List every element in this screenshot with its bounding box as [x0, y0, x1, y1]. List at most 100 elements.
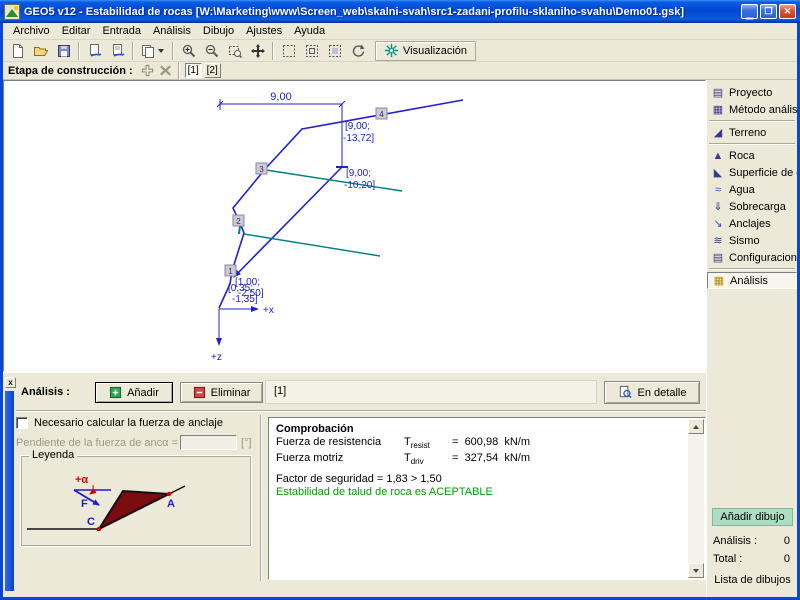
visualization-button[interactable]: Visualización [375, 41, 476, 61]
zoom-in-button[interactable] [177, 41, 200, 61]
analysis-tab-1[interactable]: [1] [274, 385, 286, 397]
coord-label: [9,00; [345, 121, 370, 132]
new-file-button[interactable] [6, 41, 29, 61]
point-marker-4[interactable]: 4 [376, 108, 387, 119]
sidebar-item-superficie[interactable]: ◣Superficie de desli [707, 164, 797, 181]
sidebar-item-anclajes[interactable]: ↘Anclajes [707, 215, 797, 232]
app-icon [4, 4, 20, 20]
copy-dropdown-button[interactable] [137, 41, 169, 61]
sidebar-item-roca[interactable]: ▲Roca [707, 147, 797, 164]
sidebar-item-agua[interactable]: ≈Agua [707, 181, 797, 198]
analysis-panel: x Análisis : Añadir Eliminar [1] En deta… [3, 372, 706, 597]
point-marker-2[interactable]: 2 [233, 215, 244, 226]
point-marker-1[interactable]: 1 [225, 265, 236, 276]
coord-label: [9,00; [346, 168, 371, 179]
print-document-icon [87, 43, 103, 59]
menu-bar: Archivo Editar Entrada Análisis Dibujo A… [3, 23, 797, 40]
copy-dropdown-icon [140, 43, 166, 59]
anchor-slope-input[interactable] [180, 435, 237, 450]
add-stage-button[interactable] [139, 63, 157, 79]
save-icon [56, 43, 72, 59]
minimize-button[interactable]: ▁ [741, 4, 758, 19]
stage-1-button[interactable]: [1] [185, 63, 202, 78]
results-row-resisting: Fuerza de resistencia Tresist = 600,98 k… [276, 436, 685, 452]
stage-bar-label: Etapa de construcción : [8, 65, 133, 77]
add-icon [109, 386, 122, 399]
anchor-slope-symbol: α = [162, 437, 178, 449]
zoom-window-button[interactable] [223, 41, 246, 61]
menu-editar[interactable]: Editar [56, 24, 97, 38]
coord-label: -13,72] [343, 133, 374, 144]
select-all-button[interactable] [277, 41, 300, 61]
zoom-out-button[interactable] [200, 41, 223, 61]
print-list-button[interactable] [106, 41, 129, 61]
drawing-canvas[interactable]: 9,00 +x +z [9,00; -13,72] [3, 80, 706, 372]
refresh-view-button[interactable] [346, 41, 369, 61]
legend-title: Leyenda [29, 449, 77, 461]
project-icon: ▤ [710, 86, 726, 99]
coord-label: [0,35; [228, 283, 253, 294]
toolbar-separator [272, 42, 274, 60]
point-marker-3[interactable]: 3 [256, 163, 267, 174]
verdict-line: Estabilidad de talud de roca es ACEPTABL… [276, 486, 685, 499]
sidebar-bottom-section: Añadir dibujo Análisis : 0 Total : 0 Lis… [707, 504, 797, 586]
print-list-icon [110, 43, 126, 59]
remove-stage-button[interactable] [157, 63, 175, 79]
sidebar-item-analisis[interactable]: ▦Análisis [707, 272, 797, 289]
select-region-button[interactable] [323, 41, 346, 61]
menu-analisis[interactable]: Análisis [147, 24, 197, 38]
menu-ajustes[interactable]: Ajustes [240, 24, 288, 38]
slip-surface-icon: ◣ [710, 166, 726, 179]
client-area: Archivo Editar Entrada Análisis Dibujo A… [3, 23, 797, 597]
add-drawing-button[interactable]: Añadir dibujo [712, 508, 793, 526]
panel-close-button[interactable]: x [5, 377, 16, 388]
stage-separator [178, 62, 180, 80]
close-button[interactable]: ✕ [779, 4, 796, 19]
save-button[interactable] [52, 41, 75, 61]
open-file-button[interactable] [29, 41, 52, 61]
stage-2-button[interactable]: [2] [204, 63, 221, 78]
anchor-slope-label: Pendiente de la fuerza de anc [16, 437, 162, 449]
print-button[interactable] [83, 41, 106, 61]
add-stage-icon [140, 63, 155, 78]
menu-ayuda[interactable]: Ayuda [288, 24, 331, 38]
stage-bar: Etapa de construcción : [1] [2] [3, 62, 797, 80]
menu-dibujo[interactable]: Dibujo [197, 24, 240, 38]
sidebar-item-configuraciones[interactable]: ▤Configuraciones [707, 249, 797, 266]
svg-text:3: 3 [259, 165, 264, 174]
new-file-icon [10, 43, 26, 59]
sidebar-item-sismo[interactable]: ≋Sismo [707, 232, 797, 249]
pan-icon [250, 43, 266, 59]
detail-button[interactable]: En detalle [604, 381, 700, 404]
pan-button[interactable] [246, 41, 269, 61]
safety-factor-line: Factor de seguridad = 1,83 > 1,50 [276, 473, 685, 486]
x-axis-label: +x [263, 305, 274, 316]
sidebar-item-terreno[interactable]: ◢Terreno [707, 124, 797, 141]
select-window-button[interactable] [300, 41, 323, 61]
panel-drag-handle[interactable] [5, 391, 14, 591]
water-icon: ≈ [710, 184, 726, 196]
surcharge-icon: ⇓ [710, 200, 726, 213]
refresh-icon [350, 43, 366, 59]
legend-point-c-label: C [87, 516, 95, 528]
drawing-list-button[interactable]: Lista de dibujos [707, 568, 797, 586]
anchor-force-checkbox[interactable] [16, 417, 28, 429]
title-bar: GEO5 v12 - Estabilidad de rocas [W:\Mark… [0, 0, 800, 23]
sidebar-item-metodo-analisis[interactable]: ▦Método análisis [707, 101, 797, 118]
detail-icon [618, 385, 633, 400]
sidebar-item-proyecto[interactable]: ▤Proyecto [707, 84, 797, 101]
panel-title: Análisis : [21, 386, 70, 398]
mode-sidebar: ▤Proyecto ▦Método análisis ◢Terreno ▲Roc… [706, 80, 797, 597]
menu-archivo[interactable]: Archivo [7, 24, 56, 38]
menu-entrada[interactable]: Entrada [96, 24, 147, 38]
panel-vertical-separator [260, 415, 262, 581]
remove-analysis-button[interactable]: Eliminar [180, 382, 263, 403]
anchor-slope-unit: [°] [241, 437, 252, 449]
sidebar-item-sobrecarga[interactable]: ⇓Sobrecarga [707, 198, 797, 215]
scroll-up-button[interactable] [688, 419, 704, 434]
remove-stage-icon [158, 63, 173, 78]
add-analysis-button[interactable]: Añadir [95, 382, 173, 403]
results-scrollbar[interactable] [688, 419, 704, 578]
scroll-down-button[interactable] [688, 563, 704, 578]
maximize-button[interactable]: ❒ [760, 4, 777, 19]
